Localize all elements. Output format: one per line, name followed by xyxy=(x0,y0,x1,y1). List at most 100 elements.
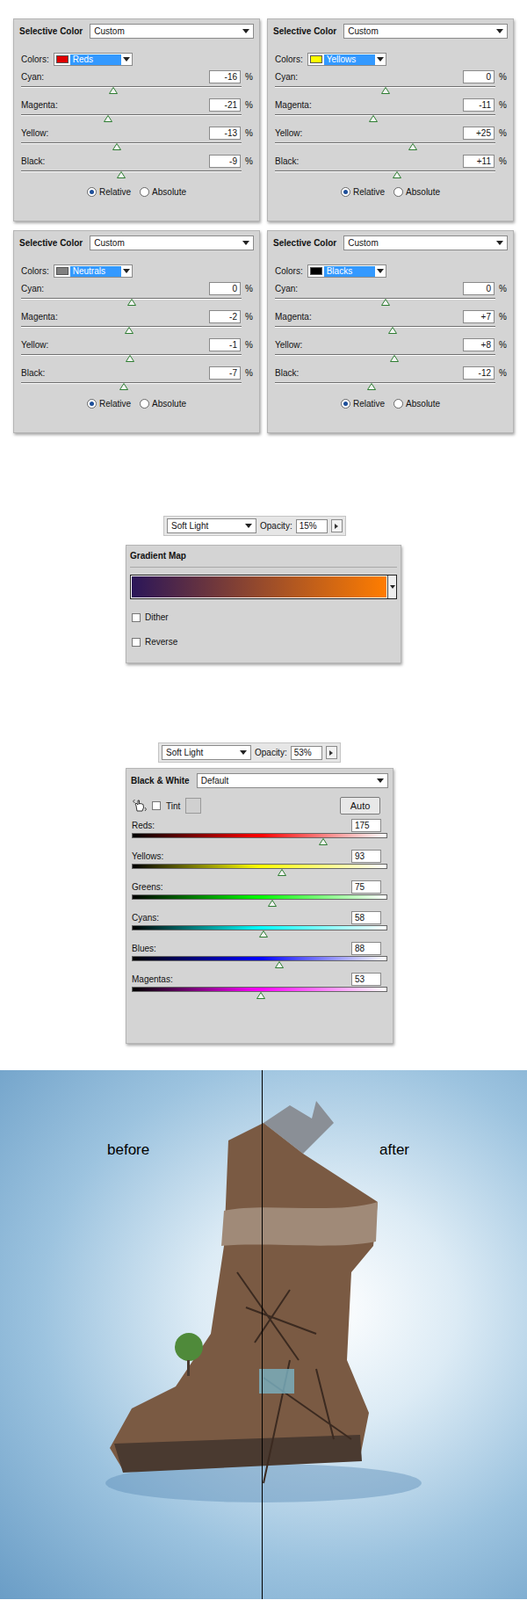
slider-track[interactable] xyxy=(131,955,388,968)
checkbox[interactable] xyxy=(151,801,161,810)
opacity-field[interactable]: 53% xyxy=(290,745,323,760)
slider-track[interactable] xyxy=(21,83,242,94)
tint-color-swatch[interactable] xyxy=(185,797,202,814)
slider-track[interactable] xyxy=(21,111,242,123)
slider-value-field[interactable]: -2 xyxy=(209,310,241,324)
slider-value-field[interactable]: -9 xyxy=(209,154,241,168)
colors-dropdown[interactable]: Blacks xyxy=(307,264,387,278)
slider-value-field[interactable]: +11 xyxy=(462,154,495,168)
slider-track[interactable] xyxy=(131,986,388,999)
method-radio[interactable]: Relative xyxy=(86,397,131,411)
slider-track[interactable] xyxy=(21,139,242,151)
slider-thumb-icon[interactable] xyxy=(381,298,390,306)
slider-value-field[interactable]: +7 xyxy=(462,310,495,324)
slider-track[interactable] xyxy=(274,111,496,123)
slider-value-field[interactable]: -21 xyxy=(209,98,241,112)
slider-thumb-icon[interactable] xyxy=(381,86,390,94)
slider-value-field[interactable]: 58 xyxy=(351,910,382,925)
method-radio[interactable]: Absolute xyxy=(139,397,187,411)
slider-thumb-icon[interactable] xyxy=(389,354,399,362)
radio-circle[interactable] xyxy=(340,187,351,197)
slider-value-field[interactable]: -16 xyxy=(209,70,241,84)
slider-value-field[interactable]: 88 xyxy=(351,941,382,955)
gradient-option[interactable]: Reverse xyxy=(129,635,398,649)
gradient-bar[interactable] xyxy=(130,575,388,599)
preset-dropdown[interactable]: Default xyxy=(196,772,389,788)
slider-value-field[interactable]: -11 xyxy=(462,98,495,112)
slider-thumb-icon[interactable] xyxy=(367,382,376,390)
slider-value-field[interactable]: -13 xyxy=(209,126,241,140)
colors-dropdown[interactable]: Neutrals xyxy=(53,264,133,278)
slider-track[interactable] xyxy=(21,379,242,390)
method-radio[interactable]: Relative xyxy=(340,397,385,411)
slider-thumb-icon[interactable] xyxy=(112,143,122,151)
slider-track[interactable] xyxy=(274,139,496,151)
slider-thumb-icon[interactable] xyxy=(124,326,134,334)
preset-dropdown[interactable]: Custom xyxy=(89,23,254,39)
method-radio[interactable]: Absolute xyxy=(139,185,187,199)
gradient-dropdown-button[interactable] xyxy=(387,575,397,599)
preset-dropdown[interactable]: Custom xyxy=(343,235,508,251)
slider-value-field[interactable]: -12 xyxy=(462,366,495,380)
slider-track[interactable] xyxy=(131,894,388,907)
slider-thumb-icon[interactable] xyxy=(116,171,126,179)
slider-track[interactable] xyxy=(274,295,496,306)
radio-circle[interactable] xyxy=(139,187,150,197)
preset-dropdown[interactable]: Custom xyxy=(89,235,254,251)
colors-dropdown[interactable]: Reds xyxy=(53,52,133,66)
slider-track[interactable] xyxy=(21,295,242,306)
slider-value-field[interactable]: 0 xyxy=(209,281,241,296)
radio-circle[interactable] xyxy=(393,398,404,409)
slider-track[interactable] xyxy=(21,351,242,362)
checkbox[interactable] xyxy=(131,613,141,622)
slider-track[interactable] xyxy=(21,167,242,179)
slider-track[interactable] xyxy=(274,379,496,390)
radio-circle[interactable] xyxy=(86,398,97,409)
opacity-slider-button[interactable] xyxy=(325,745,338,759)
slider-thumb-icon[interactable] xyxy=(127,298,137,306)
slider-thumb-icon[interactable] xyxy=(259,930,268,938)
radio-circle[interactable] xyxy=(139,398,150,409)
opacity-slider-button[interactable] xyxy=(331,519,343,533)
slider-thumb-icon[interactable] xyxy=(408,143,418,151)
method-radio[interactable]: Relative xyxy=(340,185,385,199)
gradient-picker[interactable] xyxy=(129,574,398,600)
slider-track[interactable] xyxy=(274,323,496,334)
targeted-adjustment-hand-icon[interactable] xyxy=(132,798,147,813)
slider-thumb-icon[interactable] xyxy=(368,115,378,123)
slider-value-field[interactable]: -1 xyxy=(209,338,241,352)
colors-dropdown[interactable]: Yellows xyxy=(307,52,387,66)
slider-thumb-icon[interactable] xyxy=(256,991,266,999)
slider-track[interactable] xyxy=(131,924,388,938)
slider-thumb-icon[interactable] xyxy=(318,837,328,845)
method-radio[interactable]: Relative xyxy=(86,185,131,199)
slider-value-field[interactable]: 0 xyxy=(462,281,495,296)
method-radio[interactable]: Absolute xyxy=(393,397,441,411)
preset-dropdown[interactable]: Custom xyxy=(343,23,508,39)
blend-mode-dropdown[interactable]: Soft Light xyxy=(166,518,257,534)
slider-thumb-icon[interactable] xyxy=(274,960,284,968)
slider-value-field[interactable]: 175 xyxy=(351,818,382,832)
slider-thumb-icon[interactable] xyxy=(267,899,277,907)
slider-value-field[interactable]: 93 xyxy=(351,849,382,863)
slider-track[interactable] xyxy=(274,351,496,362)
slider-track[interactable] xyxy=(21,323,242,334)
slider-value-field[interactable]: 0 xyxy=(462,70,495,84)
slider-thumb-icon[interactable] xyxy=(103,115,113,123)
slider-track[interactable] xyxy=(131,863,388,876)
radio-circle[interactable] xyxy=(340,398,351,409)
checkbox[interactable] xyxy=(131,637,141,647)
slider-track[interactable] xyxy=(131,832,388,845)
slider-thumb-icon[interactable] xyxy=(108,86,118,94)
radio-circle[interactable] xyxy=(86,187,97,197)
gradient-option[interactable]: Dither xyxy=(129,610,398,624)
slider-value-field[interactable]: +25 xyxy=(462,126,495,140)
slider-track[interactable] xyxy=(274,83,496,94)
auto-button[interactable]: Auto xyxy=(339,796,381,815)
slider-track[interactable] xyxy=(274,167,496,179)
slider-thumb-icon[interactable] xyxy=(392,171,402,179)
slider-value-field[interactable]: +8 xyxy=(462,338,495,352)
blend-mode-dropdown[interactable]: Soft Light xyxy=(161,744,252,760)
slider-thumb-icon[interactable] xyxy=(125,354,135,362)
method-radio[interactable]: Absolute xyxy=(393,185,441,199)
